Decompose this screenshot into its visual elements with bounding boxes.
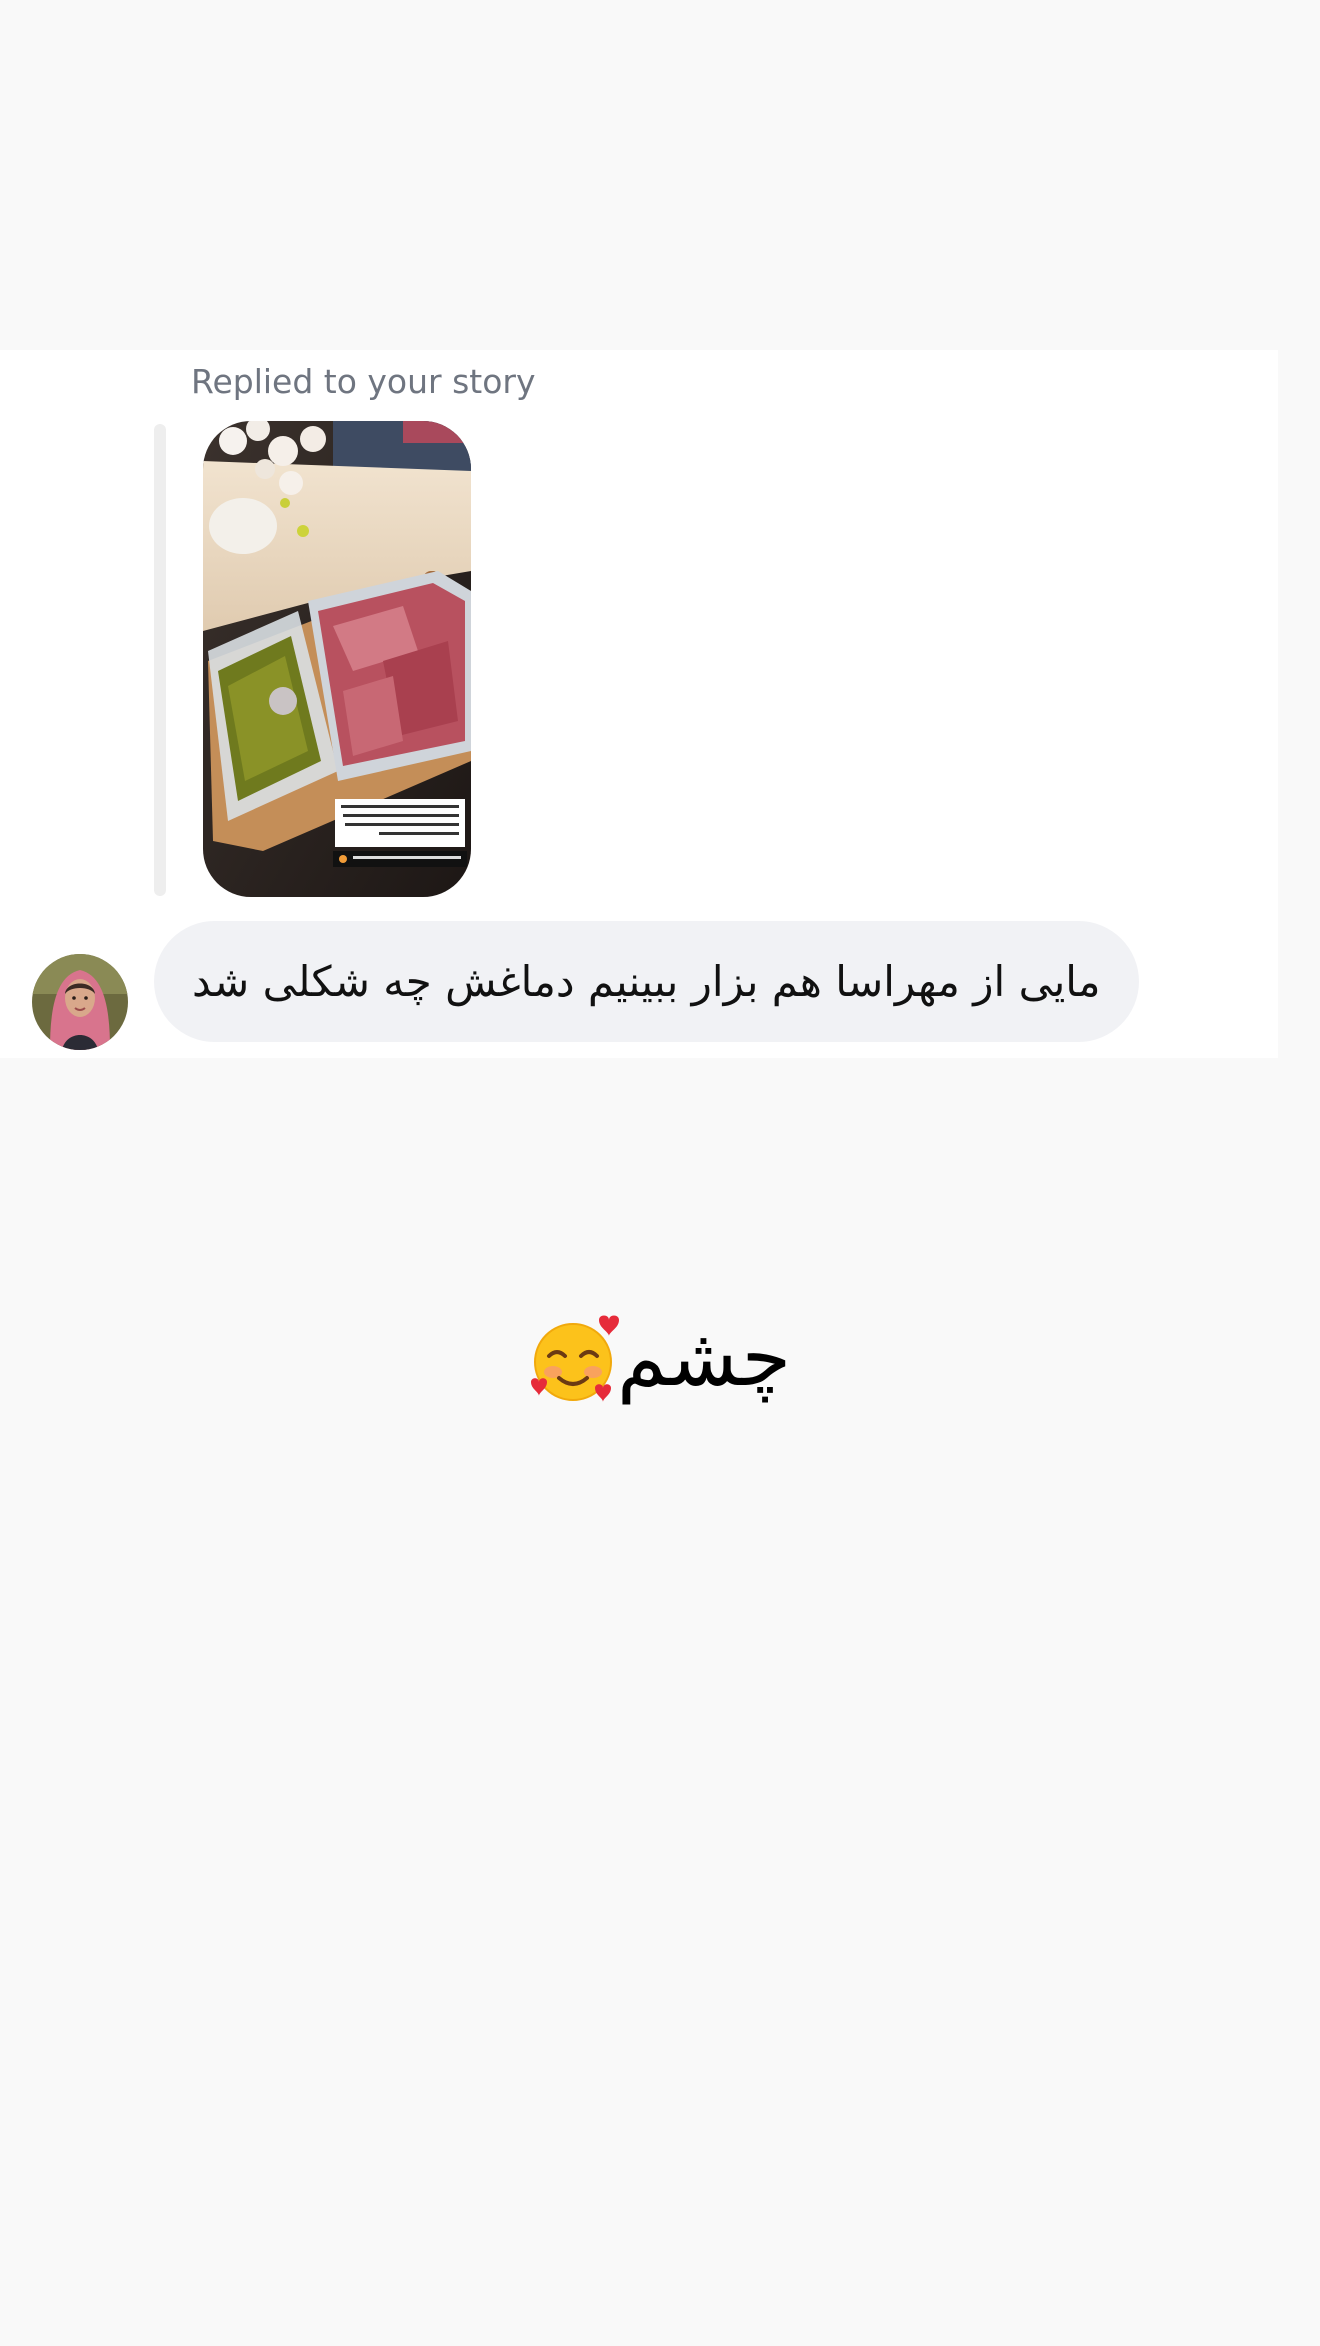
message-group: Replied to your story مایی از مهراسا هم …	[0, 350, 1278, 1058]
story-thumbnail[interactable]	[203, 421, 471, 897]
dm-thread: Replied to your story مایی از مهراسا هم …	[0, 0, 1320, 2346]
story-image	[203, 421, 471, 897]
smiling-face-with-hearts-icon	[529, 1312, 621, 1404]
sender-avatar[interactable]	[32, 954, 128, 1050]
reply-context-label: Replied to your story	[191, 362, 536, 401]
reply-quote-bar	[154, 424, 166, 896]
sent-message[interactable]: چشم	[0, 1312, 1320, 1404]
received-message-bubble[interactable]: مایی از مهراسا هم بزار ببینیم دماغش چه ش…	[154, 921, 1139, 1042]
avatar-image	[32, 954, 128, 1050]
sent-message-text: چشم	[616, 1311, 792, 1404]
